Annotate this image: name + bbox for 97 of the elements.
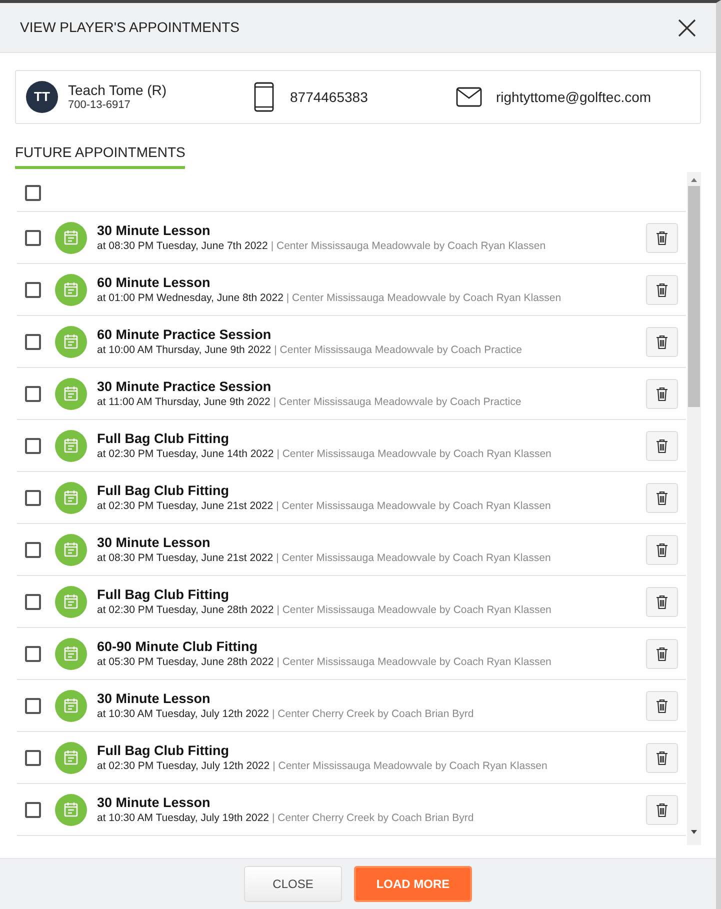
appointment-time: at 10:30 AM Tuesday, July 12th 2022 [97, 707, 270, 721]
checkbox[interactable] [25, 490, 41, 506]
calendar-icon [55, 534, 87, 566]
dialog-title: VIEW PLAYER'S APPOINTMENTS [20, 18, 240, 37]
trash-icon [656, 438, 668, 452]
calendar-icon [55, 326, 87, 358]
delete-button[interactable] [646, 430, 678, 460]
checkbox[interactable] [25, 386, 41, 402]
trash-icon [656, 334, 668, 348]
appointment-time: at 05:30 PM Tuesday, June 28th 2022 [97, 655, 274, 669]
appointment-title: 30 Minute Lesson [97, 690, 212, 707]
delete-button[interactable] [646, 638, 678, 668]
calendar-icon [55, 794, 87, 826]
trash-icon [656, 802, 668, 816]
checkbox[interactable] [25, 646, 41, 662]
appointment-location: | Center Cherry Creek by Coach Brian Byrd [272, 707, 474, 721]
appointment-title: 60 Minute Practice Session [97, 326, 272, 343]
delete-button[interactable] [646, 742, 678, 772]
checkbox[interactable] [25, 438, 41, 454]
trash-icon [656, 230, 668, 244]
player-id: 700-13-6917 [68, 99, 132, 112]
appointment-location: | Center Mississauga Meadowvale by Coach Ryan Klassen [286, 291, 562, 305]
delete-button[interactable] [646, 690, 678, 720]
email-address: rightyttome@golftec.com [496, 88, 652, 107]
delete-button[interactable] [646, 326, 678, 356]
trash-icon [656, 490, 668, 504]
close-button[interactable]: CLOSE [244, 866, 342, 902]
checkbox[interactable] [25, 230, 41, 246]
appointment-title: Full Bag Club Fitting [97, 586, 230, 603]
checkbox[interactable] [25, 184, 41, 200]
appointment-location: | Center Mississauga Meadowvale by Coach Ryan Klassen [276, 603, 552, 617]
appointment-time: at 08:30 PM Tuesday, June 21st 2022 [97, 551, 274, 565]
appointment-time: at 10:00 AM Thursday, June 9th 2022 [97, 343, 272, 357]
appointment-location: | Center Mississauga Meadowvale by Coach Ryan Klassen [276, 447, 552, 461]
calendar-icon [55, 586, 87, 618]
calendar-icon [55, 274, 87, 306]
checkbox[interactable] [25, 802, 41, 818]
delete-button[interactable] [646, 378, 678, 408]
appointment-time: at 02:30 PM Tuesday, July 12th 2022 [97, 759, 270, 773]
appointment-time: at 02:30 PM Tuesday, June 28th 2022 [97, 603, 274, 617]
delete-button[interactable] [646, 586, 678, 616]
appointment-location: | Center Mississauga Meadowvale by Coach Ryan Klassen [270, 239, 546, 253]
appointment-title: Full Bag Club Fitting [97, 482, 230, 499]
trash-icon [656, 698, 668, 712]
trash-icon [656, 282, 668, 296]
appointment-title: 30 Minute Lesson [97, 794, 212, 811]
calendar-icon [55, 222, 87, 254]
appointment-location: | Center Mississauga Meadowvale by Coach Practice [273, 395, 522, 409]
checkbox[interactable] [25, 698, 41, 714]
checkbox[interactable] [25, 334, 41, 350]
appointment-time: at 11:00 AM Thursday, June 9th 2022 [97, 395, 270, 409]
tab[interactable]: FUTURE APPOINTMENTS [15, 144, 186, 169]
calendar-icon [55, 430, 87, 462]
appointment-title: 30 Minute Lesson [97, 222, 212, 239]
checkbox[interactable] [25, 750, 41, 766]
calendar-icon [55, 638, 87, 670]
delete-button[interactable] [646, 794, 678, 824]
delete-button[interactable] [646, 274, 678, 304]
appointment-location: | Center Mississauga Meadowvale by Coach Ryan Klassen [276, 655, 552, 669]
trash-icon [656, 542, 668, 556]
avatar: TT [26, 81, 58, 113]
appointment-time: at 01:00 PM Wednesday, June 8th 2022 [97, 291, 284, 305]
appointment-time: at 02:30 PM Tuesday, June 14th 2022 [97, 447, 274, 461]
appointment-location: | Center Cherry Creek by Coach Brian Byrd [272, 811, 474, 825]
calendar-icon [55, 482, 87, 514]
trash-icon [656, 386, 668, 400]
appointment-title: Full Bag Club Fitting [97, 742, 230, 759]
phone-icon [254, 82, 274, 112]
appointment-title: 30 Minute Lesson [97, 534, 212, 551]
appointment-title: 60 Minute Lesson [97, 274, 212, 291]
checkbox[interactable] [25, 282, 41, 298]
appointment-title: 30 Minute Practice Session [97, 378, 272, 395]
trash-icon [656, 594, 668, 608]
appointment-time: at 10:30 AM Tuesday, July 19th 2022 [97, 811, 270, 825]
delete-button[interactable] [646, 534, 678, 564]
checkbox[interactable] [25, 594, 41, 610]
calendar-icon [55, 378, 87, 410]
phone-number: 8774465383 [290, 88, 369, 106]
appointment-location: | Center Mississauga Meadowvale by Coach Ryan Klassen [276, 551, 551, 565]
appointment-location: | Center Mississauga Meadowvale by Coach Ryan Klassen [276, 499, 551, 513]
trash-icon [656, 750, 668, 764]
appointment-location: | Center Mississauga Meadowvale by Coach Practice [274, 343, 522, 357]
appointment-location: | Center Mississauga Meadowvale by Coach Ryan Klassen [272, 759, 548, 773]
calendar-icon [55, 690, 87, 722]
appointment-time: at 08:30 PM Tuesday, June 7th 2022 [97, 239, 268, 253]
appointment-title: Full Bag Club Fitting [97, 430, 230, 447]
player-name: Teach Tome (R) [68, 82, 168, 99]
appointment-title: 60-90 Minute Club Fitting [97, 638, 258, 655]
scrollbar[interactable] [687, 172, 701, 845]
calendar-icon [55, 742, 87, 774]
mail-icon [456, 87, 482, 107]
trash-icon [656, 646, 668, 660]
delete-button[interactable] [646, 482, 678, 512]
delete-button[interactable] [646, 222, 678, 252]
checkbox[interactable] [25, 542, 41, 558]
close-icon[interactable] [678, 18, 696, 36]
appointment-time: at 02:30 PM Tuesday, June 21st 2022 [97, 499, 274, 513]
